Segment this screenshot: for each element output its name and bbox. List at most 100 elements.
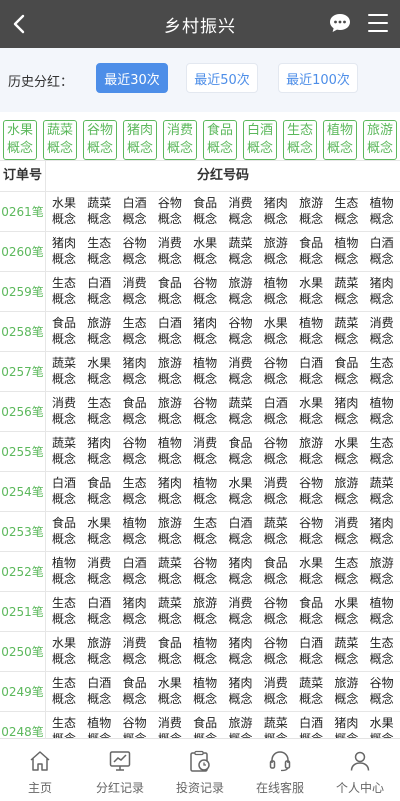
code-name: 谷物 xyxy=(122,436,147,450)
code-suffix: 概念 xyxy=(334,452,359,466)
code-cell: 食品概念 xyxy=(226,435,256,467)
code-suffix: 概念 xyxy=(299,492,324,506)
code-cell: 猪肉概念 xyxy=(331,395,361,427)
code-suffix: 概念 xyxy=(122,372,147,386)
code-name: 消费 xyxy=(122,276,147,290)
table-row: 0249笔 生态 概念 白酒 概念 食品 概念 水果 概念 植物 概念 猪肉 概念 消费 概念 蔬菜 概念 旅游概… xyxy=(0,672,400,712)
category-tag[interactable]: 植物 概念 xyxy=(323,120,357,160)
code-cell: 旅游概念 xyxy=(84,315,114,347)
filter-recent-30-button[interactable]: 最近30次 xyxy=(96,63,168,93)
bottom-tab-bar: 主页 分红记录 投资记录 在线客服 个人中心 xyxy=(0,738,400,800)
code-suffix: 概念 xyxy=(334,332,359,346)
code-suffix: 概念 xyxy=(228,612,253,626)
category-tag[interactable]: 猪肉 概念 xyxy=(123,120,157,160)
code-suffix: 概念 xyxy=(122,252,147,266)
category-tag[interactable]: 蔬菜 概念 xyxy=(43,120,77,160)
code-name: 猪肉 xyxy=(87,436,112,450)
category-suffix: 概念 xyxy=(206,141,233,156)
code-cell: 谷物概念 xyxy=(120,715,150,738)
code-cell: 食品概念 xyxy=(120,395,150,427)
code-suffix: 概念 xyxy=(334,612,359,626)
code-suffix: 概念 xyxy=(122,292,147,306)
order-id: 0251笔 xyxy=(0,592,46,632)
code-suffix: 概念 xyxy=(228,212,253,226)
code-cell: 旅游概念 xyxy=(155,515,185,547)
code-name: 旅游 xyxy=(334,676,359,690)
tab-profile[interactable]: 个人中心 xyxy=(320,739,400,801)
code-cell: 旅游概念 xyxy=(261,235,291,267)
table-row: 0253笔 食品 概念 水果 概念 植物 概念 旅游 概念 生态 概念 白酒 概念 蔬菜 概念 谷物 概念 消费概… xyxy=(0,512,400,552)
code-name: 白酒 xyxy=(157,316,182,330)
code-cell: 植物概念 xyxy=(190,355,220,387)
category-tag[interactable]: 白酒 概念 xyxy=(243,120,277,160)
code-name: 水果 xyxy=(51,636,76,650)
code-suffix: 概念 xyxy=(193,532,218,546)
category-tag[interactable]: 谷物 概念 xyxy=(83,120,117,160)
filter-recent-50-button[interactable]: 最近50次 xyxy=(186,63,258,93)
code-suffix: 概念 xyxy=(51,612,76,626)
tab-online-service[interactable]: 在线客服 xyxy=(240,739,320,801)
code-cell: 消费概念 xyxy=(155,715,185,738)
code-suffix: 概念 xyxy=(263,372,288,386)
code-suffix: 概念 xyxy=(228,572,253,586)
code-cell: 消费概念 xyxy=(261,675,291,707)
code-cell: 水果概念 xyxy=(84,355,114,387)
back-icon[interactable] xyxy=(10,12,30,36)
code-suffix: 概念 xyxy=(51,532,76,546)
code-name: 蔬菜 xyxy=(263,516,288,530)
category-tag[interactable]: 旅游 概念 xyxy=(363,120,397,160)
code-suffix: 概念 xyxy=(87,492,112,506)
category-tag[interactable]: 水果 概念 xyxy=(3,120,37,160)
code-name: 白酒 xyxy=(299,716,324,730)
code-suffix: 概念 xyxy=(87,612,112,626)
code-name: 蔬菜 xyxy=(157,556,182,570)
code-suffix: 概念 xyxy=(193,612,218,626)
code-suffix: 概念 xyxy=(51,212,76,226)
code-suffix: 概念 xyxy=(122,212,147,226)
code-name: 蔬菜 xyxy=(51,436,76,450)
code-cell: 蔬菜概念 xyxy=(155,555,185,587)
category-tag[interactable]: 消费 概念 xyxy=(163,120,197,160)
code-cell: 食品概念 xyxy=(49,315,79,347)
code-name: 食品 xyxy=(193,716,218,730)
category-tag[interactable]: 食品 概念 xyxy=(203,120,237,160)
code-suffix: 概念 xyxy=(157,292,182,306)
chart-icon xyxy=(109,751,131,771)
code-cell: 食品概念 xyxy=(296,595,326,627)
tab-home[interactable]: 主页 xyxy=(0,739,80,801)
code-name: 猪肉 xyxy=(157,476,182,490)
code-suffix: 概念 xyxy=(157,412,182,426)
code-suffix: 概念 xyxy=(157,372,182,386)
tab-dividend-records[interactable]: 分红记录 xyxy=(80,739,160,801)
filter-recent-100-button[interactable]: 最近100次 xyxy=(278,63,358,93)
tab-label: 分红记录 xyxy=(95,781,144,795)
code-suffix: 概念 xyxy=(299,612,324,626)
code-suffix: 概念 xyxy=(369,252,394,266)
code-cell: 水果概念 xyxy=(84,515,114,547)
code-name: 生态 xyxy=(87,236,112,250)
code-cell: 水果概念 xyxy=(331,595,361,627)
code-cell: 猪肉概念 xyxy=(120,355,150,387)
code-suffix: 概念 xyxy=(51,492,76,506)
code-cell: 旅游概念 xyxy=(296,435,326,467)
code-cell: 猪肉概念 xyxy=(49,235,79,267)
code-cell: 植物概念 xyxy=(49,555,79,587)
order-id: 0250笔 xyxy=(0,632,46,672)
history-filter: 历史分红： 最近30次 最近50次 最近100次 xyxy=(0,48,400,112)
code-cell: 消费概念 xyxy=(120,635,150,667)
code-suffix: 概念 xyxy=(369,572,394,586)
code-cell: 生态概念 xyxy=(331,195,361,227)
chat-icon[interactable] xyxy=(328,11,352,35)
code-cell: 谷物概念 xyxy=(296,515,326,547)
code-cell: 白酒概念 xyxy=(49,475,79,507)
code-name: 食品 xyxy=(334,356,359,370)
dividend-table[interactable]: 0261笔 水果 概念 蔬菜 概念 白酒 概念 谷物 概念 食品 概念 消费 概念 猪肉 概念 旅游 概念 生态概… xyxy=(0,192,400,738)
tab-investment-records[interactable]: 投资记录 xyxy=(160,739,240,801)
category-tag[interactable]: 生态 概念 xyxy=(283,120,317,160)
code-suffix: 概念 xyxy=(157,212,182,226)
menu-icon[interactable] xyxy=(368,14,388,32)
home-icon xyxy=(30,751,50,771)
code-suffix: 概念 xyxy=(334,412,359,426)
code-cell: 白酒概念 xyxy=(296,635,326,667)
code-name: 水果 xyxy=(228,476,253,490)
